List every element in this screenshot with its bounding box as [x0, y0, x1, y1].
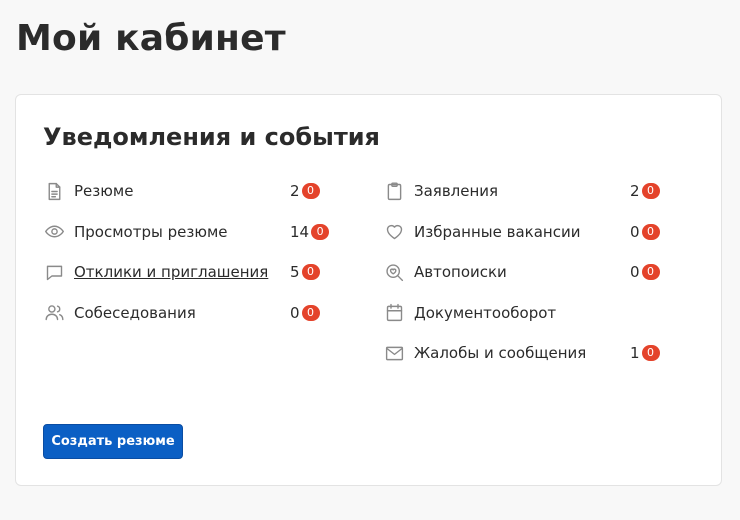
eye-icon [43, 221, 65, 243]
row-label: Автопоиски [414, 263, 507, 282]
search-heart-icon [383, 261, 405, 283]
row-label: Заявления [414, 182, 499, 201]
row-responses[interactable]: Отклики и приглашения 50 [43, 252, 333, 293]
row-label: Резюме [74, 182, 134, 201]
calendar-icon [383, 302, 405, 324]
row-label: Избранные вакансии [414, 222, 581, 241]
row-label: Собеседования [74, 303, 196, 322]
notification-badge: 0 [641, 183, 660, 200]
row-label: Просмотры резюме [74, 222, 228, 241]
row-applications[interactable]: Заявления 20 [383, 171, 663, 212]
responses-link[interactable]: Отклики и приглашения [74, 263, 268, 281]
row-interviews[interactable]: Собеседования 00 [43, 293, 333, 334]
notification-badge: 0 [301, 264, 320, 281]
row-count: 20 [630, 182, 660, 200]
right-column: Заявления 20 Избранные вакансии 00 Автоп… [383, 171, 663, 374]
row-count: 50 [290, 263, 320, 281]
row-count: 14 0 [290, 223, 330, 241]
page-title: Мой кабинет [16, 18, 286, 59]
row-count: 20 [290, 182, 320, 200]
notification-badge: 0 [301, 304, 320, 321]
notification-badge: 0 [641, 264, 660, 281]
row-count: 00 [630, 223, 660, 241]
people-icon [43, 302, 65, 324]
row-complaints[interactable]: Жалобы и сообщения 10 [383, 333, 663, 374]
chat-bubble-icon [43, 261, 65, 283]
row-label: Жалобы и сообщения [414, 344, 587, 363]
clipboard-icon [383, 180, 405, 202]
row-resume[interactable]: Резюме 20 [43, 171, 333, 212]
row-resume-views[interactable]: Просмотры резюме 14 0 [43, 212, 333, 253]
row-autosearch[interactable]: Автопоиски 00 [383, 252, 663, 293]
document-icon [43, 180, 65, 202]
row-count: 10 [630, 344, 660, 362]
row-favorite-vacancies[interactable]: Избранные вакансии 00 [383, 212, 663, 253]
notifications-card: Уведомления и события Резюме 20 Просмотр… [15, 94, 722, 486]
create-resume-button[interactable]: Создать резюме [43, 424, 183, 459]
notification-badge: 0 [641, 345, 660, 362]
heart-icon [383, 221, 405, 243]
row-document-flow[interactable]: Документооборот [383, 293, 663, 334]
notification-badge: 0 [641, 223, 660, 240]
left-column: Резюме 20 Просмотры резюме 14 0 Отклики и… [43, 171, 333, 333]
card-title: Уведомления и события [43, 123, 380, 151]
notification-badge: 0 [301, 183, 320, 200]
row-count: 00 [630, 263, 660, 281]
mail-icon [383, 342, 405, 364]
notification-badge: 0 [311, 223, 330, 240]
row-label: Документооборот [414, 303, 557, 322]
row-count: 00 [290, 304, 320, 322]
